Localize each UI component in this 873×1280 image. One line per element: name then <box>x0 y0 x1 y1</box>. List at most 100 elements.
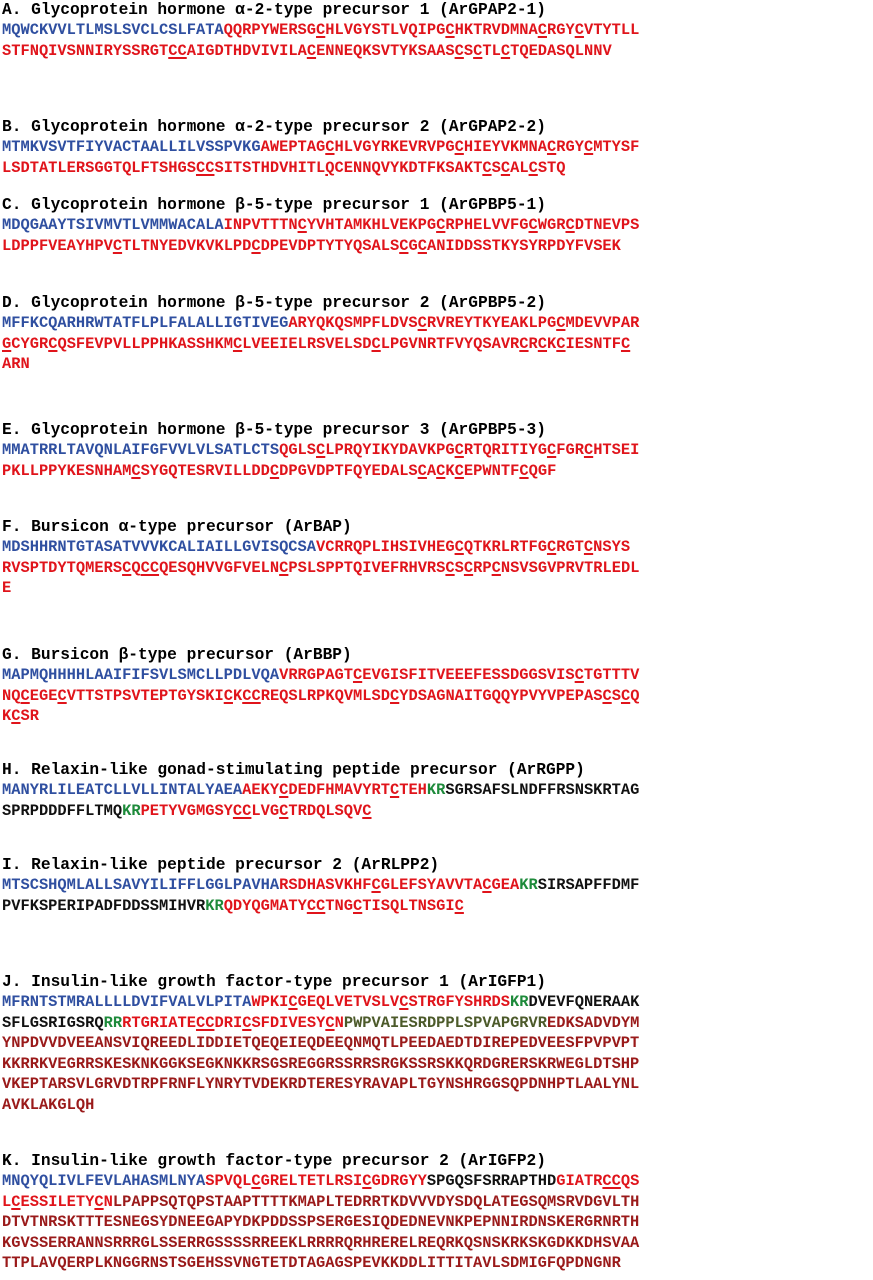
signal-peptide-segment: MQWCKVVLTLMSLSVCLCSLFATA <box>2 21 224 39</box>
mature-peptide-segment: GIATR <box>556 1172 603 1190</box>
mature-peptide-segment: ARN <box>2 355 30 374</box>
mature-peptide-segment: PETYVGMGSY <box>140 801 233 820</box>
mature-peptide-segment: EPWNTF <box>463 461 520 480</box>
section-title: G. Bursicon β-type precursor (ArBBP) <box>2 646 352 664</box>
sequence-line: LDPPFVEAYHPVCTLTNYEDVKVKLPDCDPEVDPTYTYQS… <box>2 236 873 257</box>
signal-peptide-segment: MAPMQHHHHLAAIFIFSVLSMCLLPDLVQA <box>2 666 280 684</box>
mature-peptide-segment: GEQLVETVSLV <box>297 993 400 1011</box>
section-title: A. Glycoprotein hormone α-2-type precurs… <box>2 1 546 19</box>
signal-peptide-segment: MFRNTSTMRALLLLDVIFVALVLPITA <box>2 993 252 1011</box>
mature-peptide-segment: HIEYVKMNA <box>463 138 547 156</box>
mature-peptide-segment: LDPPFVEAYHPV <box>2 236 113 255</box>
cysteine-residue: C <box>362 1172 372 1190</box>
mature-peptide-segment: SR <box>20 707 39 726</box>
cysteine-residue: C <box>131 461 141 480</box>
mature-peptide-segment: DRI <box>214 1013 243 1032</box>
sequence-section: K. Insulin-like growth factor-type precu… <box>0 1151 873 1274</box>
section-title: C. Glycoprotein hormone β-5-type precurs… <box>2 196 546 214</box>
mature-peptide-segment: STRGFYSHRDS <box>408 993 511 1011</box>
mature-peptide-segment: LVEEIELRSVELSD <box>242 334 372 353</box>
cysteine-residue: C <box>269 461 280 480</box>
mature-peptide-segment: VTTSTPSVTEPTGYSKI <box>66 686 224 705</box>
mature-peptide-segment: DTNEVPS <box>574 216 640 234</box>
cysteine-residue: C <box>279 558 289 577</box>
sequence-line: DTVTNRSKTTTESNEGSYDNEEGAPYDKPDDSSPSERGES… <box>2 1212 873 1233</box>
mature-peptide-segment: RVREYTKYEAKLPG <box>426 314 557 332</box>
mature-peptide-segment: HLVGYSTLVQIPG <box>325 21 446 39</box>
sequence-block: MTSCSHQMLALLSAVYILIFFLGGLPAVHARSDHASVKHF… <box>2 875 873 916</box>
mature-peptide-segment: AEKY <box>242 781 280 799</box>
cysteine-residue: C <box>11 1192 21 1211</box>
cleavage-site: KR <box>205 896 224 915</box>
c-terminal-extension-segment: EDKSADVDYM <box>547 1013 640 1032</box>
cysteine-residue: C <box>445 21 455 39</box>
cysteine-residue: C <box>223 686 233 705</box>
cleavage-site: KR <box>510 993 529 1011</box>
c-terminal-extension-segment: VKEPTARSVLGRVDTRPFRNFLYNRYTVDEKRDTERESYR… <box>2 1075 640 1094</box>
cysteine-residue: C <box>583 138 594 156</box>
mature-peptide-segment: GDRGYY <box>371 1172 427 1190</box>
mature-peptide-segment: SFDIVESY <box>251 1013 326 1032</box>
cleavage-site: KR <box>519 876 538 894</box>
c-terminal-extension-segment: KGVSSERRANNSRRRGLSSERRGSSSSRREEKLRRRRQRH… <box>2 1233 640 1252</box>
cysteine-residue: C <box>454 441 464 459</box>
mature-peptide-segment: GLEFSYAVVTA <box>380 876 483 894</box>
signal-peptide-segment: MMATRRLTAVQNLAIFGFVVLVLSATLCTS <box>2 441 280 459</box>
sequence-line: ARN <box>2 354 873 375</box>
sequence-line: PVFKSPERIPADFDDSSMIHVRKRQDYQGMATYCCTNGCT… <box>2 896 873 917</box>
cysteine-residue: CC <box>168 41 187 60</box>
cysteine-residue: C <box>352 666 363 684</box>
cysteine-residue: C <box>122 558 132 577</box>
signal-peptide-segment: MANYRLILEATCLLVLLINTALYAEA <box>2 781 243 799</box>
mature-peptide-segment: VCRRQPLIHSIVHEG <box>316 538 455 556</box>
cysteine-residue: C <box>546 441 557 459</box>
sequence-section: A. Glycoprotein hormone α-2-type precurs… <box>0 0 873 61</box>
mature-peptide-segment: QSFEVPVLLPPHKASSHKM <box>57 334 233 353</box>
mature-peptide-segment: RPHELVVFG <box>445 216 529 234</box>
mature-peptide-segment: E <box>2 579 12 598</box>
mature-peptide-segment: QGLS <box>279 441 317 459</box>
spacer-segment: DVEVFQNERAAK <box>528 993 640 1011</box>
cysteine-residue: C <box>288 993 298 1011</box>
mature-peptide-segment: GEA <box>491 876 520 894</box>
mature-peptide-segment: RVSPTDYTQMERS <box>2 558 123 577</box>
cysteine-residue: C <box>112 236 123 255</box>
mature-peptide-segment: DPGVDPTFQYEDALS <box>279 461 418 480</box>
signal-peptide-segment: MDQGAAYTSIVMVTLVMMWACALA <box>2 216 224 234</box>
mature-peptide-segment: VRRGPAGT <box>279 666 353 684</box>
sequence-line: MDQGAAYTSIVMVTLVMMWACALAINPVTTTNCYVHTAMK… <box>2 215 873 236</box>
mature-peptide-segment: L <box>2 1192 12 1211</box>
cysteine-residue: C <box>325 138 335 156</box>
mature-peptide-segment: S <box>463 41 474 60</box>
mature-peptide-segment: RGY <box>556 138 584 156</box>
section-title: K. Insulin-like growth factor-type precu… <box>2 1152 546 1170</box>
cysteine-residue: C <box>565 216 575 234</box>
mature-peptide-segment: QTKRLRTFG <box>463 538 547 556</box>
mature-peptide-segment: IESNTF <box>565 334 621 353</box>
mature-peptide-segment: YDSAGNAITGQQYPVYVPEPAS <box>399 686 603 705</box>
sequence-line: VKEPTARSVLGRVDTRPFRNFLYNRYTVDEKRDTERESYR… <box>2 1074 873 1095</box>
spacer-segment: SPRPDDDFFLTMQ <box>2 801 123 820</box>
cysteine-residue: CC <box>306 896 326 915</box>
cysteine-residue: C <box>556 334 566 353</box>
mature-peptide-segment: MDEVVPAR <box>565 314 640 332</box>
sequence-block: MDSHHRNTGTASATVVVKCALIAILLGVISQCSAVCRRQP… <box>2 537 873 599</box>
sequence-block: MQWCKVVLTLMSLSVCLCSLFATAQQRPYWERSGCHLVGY… <box>2 20 873 61</box>
cysteine-residue: C <box>445 558 455 577</box>
cysteine-residue: C <box>353 896 363 915</box>
mature-peptide-segment: AWEPTAG <box>260 138 326 156</box>
sequence-line: LCESSILETYCNLPAPPSQTQPSTAAPTTTTKMAPLTEDR… <box>2 1192 873 1213</box>
sequence-block: MTMKVSVTFIYVACTAALLILVSSPVKGAWEPTAGCHLVG… <box>2 137 873 178</box>
mature-peptide-segment: AL <box>510 158 529 177</box>
sequence-section: D. Glycoprotein hormone β-5-type precurs… <box>0 293 873 375</box>
mature-peptide-segment: PSLSPPTQIVEFRHVRS <box>288 558 446 577</box>
sequence-section: H. Relaxin-like gonad-stimulating peptid… <box>0 760 873 821</box>
cysteine-residue: C <box>537 334 548 353</box>
signal-peptide-segment: MFFKCQARHRWTATFLPLFALALLIGTIVEG <box>2 314 289 332</box>
sequence-section: F. Bursicon α-type precursor (ArBAP) MDSH… <box>0 517 873 599</box>
c-terminal-extension-segment: YNPDVVDVEEANSVIQREEDLIDDIETQEQEIEQDEEQNM… <box>2 1034 640 1053</box>
cysteine-residue: C <box>583 441 594 459</box>
cysteine-residue: C <box>463 558 474 577</box>
sequence-block: MNQYQLIVLFEVLAHASMLNYASPVQLCGRELTETLRSIC… <box>2 1171 873 1274</box>
cysteine-residue: C <box>279 801 289 820</box>
